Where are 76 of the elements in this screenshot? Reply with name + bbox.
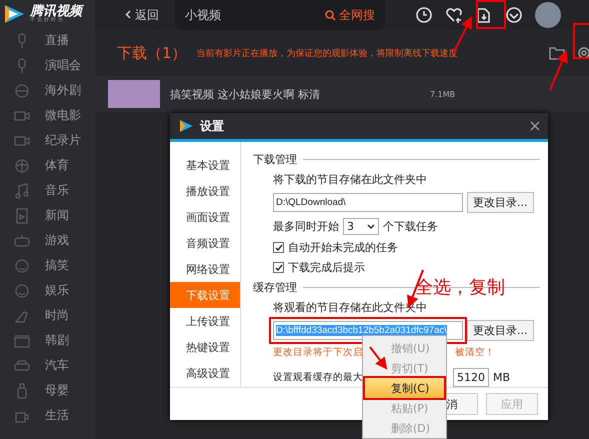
- sidebar-item[interactable]: 游戏: [0, 228, 95, 253]
- sidebar-item[interactable]: 搞笑: [0, 253, 95, 278]
- sidebar-item[interactable]: 娱乐: [0, 278, 95, 303]
- sidebar-item[interactable]: 海外剧: [0, 78, 95, 103]
- warning-text: 更改目录将于下次启: [273, 346, 363, 360]
- smile-icon: [13, 256, 31, 274]
- annotation-text: 全选，复制: [415, 279, 505, 297]
- settings-nav-item[interactable]: 画面设置: [170, 204, 240, 230]
- music-icon: [13, 182, 31, 200]
- sidebar-item[interactable]: 母婴: [0, 378, 95, 403]
- change-folder-button[interactable]: 更改目录...: [467, 192, 534, 214]
- checkbox[interactable]: [273, 262, 284, 274]
- search-button[interactable]: 全网搜: [325, 6, 375, 24]
- settings-nav-item[interactable]: 音频设置: [170, 230, 240, 256]
- photo-placeholder: [108, 80, 160, 108]
- unit-label: MB: [493, 371, 510, 384]
- task-count-select[interactable]: 3: [343, 218, 379, 236]
- avatar[interactable]: [535, 2, 561, 28]
- section-heading: 下载管理: [253, 152, 297, 168]
- max-tasks-suffix: 个下载任务: [383, 219, 438, 234]
- sidebar-item[interactable]: 音乐: [0, 178, 95, 203]
- settings-nav-item[interactable]: 热键设置: [170, 334, 240, 360]
- section-heading: 缓存管理: [253, 280, 297, 296]
- warning-text: 被清空！: [455, 346, 495, 360]
- checkbox-label: 下载完成后提示: [288, 260, 365, 276]
- highlight-frame: [476, 0, 506, 29]
- downloads-title: 下载（1）: [117, 44, 187, 62]
- smile-icon: [13, 282, 31, 300]
- play-logo-icon: [178, 118, 194, 134]
- back-link[interactable]: 返回: [125, 6, 165, 24]
- folder-path-field[interactable]: D:\QLDownload\: [273, 193, 463, 212]
- checkbox[interactable]: [273, 242, 284, 254]
- settings-nav-item[interactable]: 播放设置: [170, 178, 240, 204]
- clock-icon[interactable]: [415, 6, 433, 24]
- heart-plus-icon[interactable]: [445, 6, 463, 24]
- max-cache-label: 设置观看缓存的最大: [273, 371, 363, 384]
- cache-size-field[interactable]: 5120: [453, 368, 489, 388]
- chevron-left-icon: [125, 10, 131, 18]
- settings-nav-item[interactable]: 上传设置: [170, 308, 240, 334]
- settings-nav-item[interactable]: 网络设置: [170, 256, 240, 282]
- globe-icon: [13, 82, 31, 100]
- sidebar-item[interactable]: 体育: [0, 153, 95, 178]
- change-folder-button[interactable]: 更改目录...: [467, 320, 534, 342]
- arrow: [369, 346, 388, 370]
- close-icon[interactable]: [530, 121, 540, 132]
- sidebar-item[interactable]: 新闻: [0, 203, 95, 228]
- check-circle-icon[interactable]: [505, 6, 523, 24]
- sidebar-item[interactable]: 微电影: [0, 103, 95, 128]
- sidebar-item[interactable]: 韩剧: [0, 328, 95, 353]
- sidebar-item[interactable]: 汽车: [0, 353, 95, 378]
- highlight-frame: [573, 23, 589, 59]
- file-size: 7.1MB: [430, 90, 456, 98]
- ball-icon: [13, 156, 31, 174]
- sidebar-item[interactable]: 生活: [0, 403, 95, 428]
- menu-item[interactable]: 复制(C): [365, 378, 444, 398]
- settings-nav-item[interactable]: 下载设置: [170, 282, 240, 308]
- search-icon: [325, 10, 336, 20]
- max-tasks-label: 最多同时开始: [273, 219, 339, 234]
- download-row[interactable]: 搞笑视频 这小姑娘要火啊 标清 7.1MB: [95, 76, 589, 112]
- search-field[interactable]: 小视频 全网搜: [175, 0, 385, 30]
- sidebar-item[interactable]: 直播: [0, 28, 95, 53]
- arrow: [549, 50, 568, 90]
- folder-icon[interactable]: [549, 46, 565, 60]
- sidebar-item[interactable]: 时尚: [0, 303, 95, 328]
- dialog-title: 设置: [200, 118, 225, 135]
- logo-title: 腾讯视频: [30, 5, 82, 18]
- sidebar-item[interactable]: 演唱会: [0, 53, 95, 78]
- sidebar-item[interactable]: 纪录片: [0, 128, 95, 153]
- video-title: 搞笑视频 这小姑娘要火啊 标清: [170, 86, 321, 102]
- chevron-down-icon: [367, 224, 375, 230]
- download-icon[interactable]: [475, 6, 493, 24]
- play-logo-icon: [2, 3, 26, 25]
- settings-nav-item[interactable]: 高级设置: [170, 360, 240, 386]
- checkbox-label: 自动开始未完成的任务: [288, 240, 398, 256]
- folder-label: 将下载的节目存储在此文件夹中: [273, 172, 427, 188]
- settings-nav-item[interactable]: 基本设置: [170, 152, 240, 178]
